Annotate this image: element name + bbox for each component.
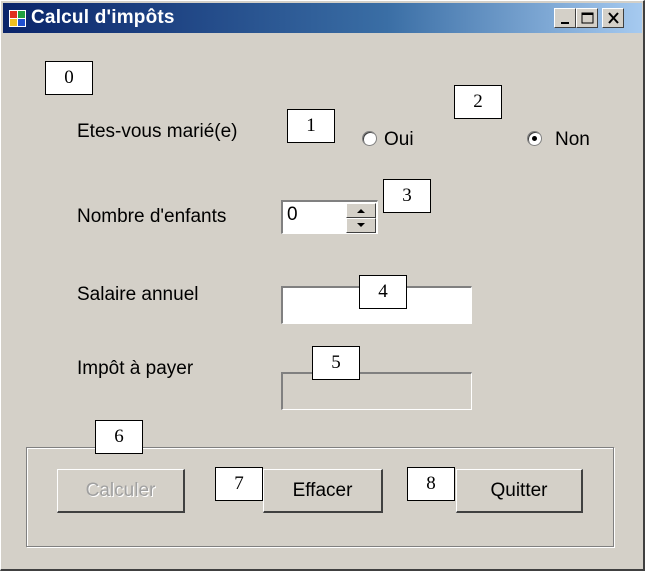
- radio-no[interactable]: [527, 131, 542, 146]
- radio-yes-label[interactable]: Oui: [384, 129, 414, 151]
- close-button[interactable]: [602, 8, 624, 28]
- close-icon: [608, 12, 619, 24]
- minimize-button[interactable]: [554, 8, 576, 28]
- app-icon: [9, 10, 26, 27]
- spinner-buttons: [346, 203, 376, 233]
- callout-7: 7: [215, 467, 263, 501]
- callout-3: 3: [383, 179, 431, 213]
- spin-down-button[interactable]: [346, 218, 376, 233]
- children-spinner-value[interactable]: 0: [287, 204, 298, 226]
- radio-selected-dot: [532, 136, 537, 141]
- clear-button[interactable]: Effacer: [263, 469, 383, 513]
- callout-5: 5: [312, 346, 360, 380]
- callout-4: 4: [359, 275, 407, 309]
- children-spinner[interactable]: 0: [281, 200, 378, 234]
- callout-6: 6: [95, 420, 143, 454]
- title-bar[interactable]: Calcul d'impôts: [3, 3, 642, 33]
- callout-1: 1: [287, 109, 335, 143]
- app-window: Calcul d'impôts 0 Etes-vous marié(e) 1 O…: [0, 0, 645, 571]
- callout-0: 0: [45, 61, 93, 95]
- arrow-down-icon: [357, 223, 365, 227]
- tax-output: [281, 372, 472, 410]
- calculate-button[interactable]: Calculer: [57, 469, 185, 513]
- radio-yes[interactable]: [362, 131, 377, 146]
- minimize-icon: [561, 22, 569, 24]
- callout-2: 2: [454, 85, 502, 119]
- tax-label: Impôt à payer: [77, 358, 194, 379]
- maximize-icon: [581, 12, 594, 24]
- maximize-button[interactable]: [576, 8, 598, 28]
- quit-button[interactable]: Quitter: [456, 469, 583, 513]
- radio-no-label[interactable]: Non: [555, 129, 590, 151]
- arrow-up-icon: [357, 209, 365, 213]
- spin-up-button[interactable]: [346, 203, 376, 218]
- window-title: Calcul d'impôts: [31, 7, 175, 28]
- callout-8: 8: [407, 467, 455, 501]
- children-label: Nombre d'enfants: [77, 206, 227, 227]
- salary-label: Salaire annuel: [77, 284, 199, 305]
- married-label: Etes-vous marié(e): [77, 121, 238, 142]
